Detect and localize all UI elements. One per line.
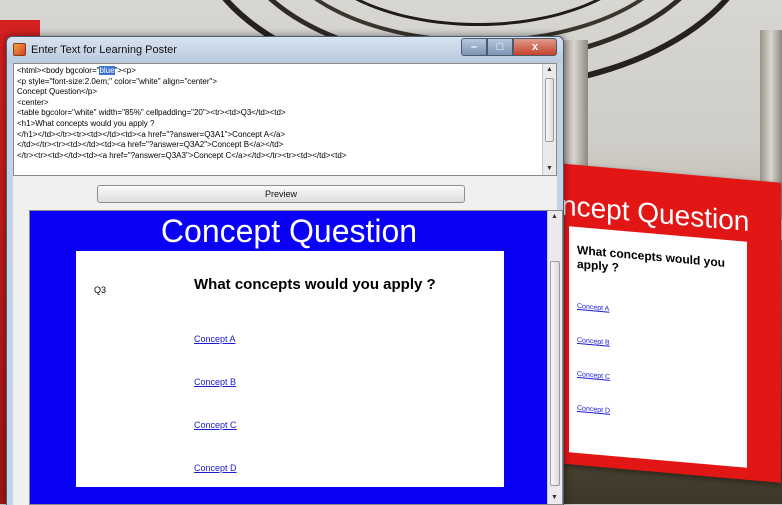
poster-link-concept-c[interactable]: Concept C: [577, 371, 610, 381]
close-button[interactable]: x: [513, 38, 557, 56]
learning-poster-3d[interactable]: ncept Question What concepts would you a…: [555, 163, 781, 483]
code-line-6: <h1>What concepts would you apply ?: [17, 118, 155, 128]
preview-title: Concept Question: [160, 213, 418, 249]
scroll-down-arrow-icon[interactable]: ▼: [543, 163, 556, 175]
preview-scrollbar[interactable]: ▲ ▼: [547, 211, 562, 504]
selected-text: blue: [99, 66, 115, 75]
scroll-down-arrow-icon[interactable]: ▼: [548, 492, 561, 504]
poster-link-concept-d[interactable]: Concept D: [577, 405, 610, 415]
code-line-3: Concept Question</p>: [17, 87, 98, 97]
title-bar[interactable]: Enter Text for Learning Poster – □ x: [7, 37, 563, 63]
code-line-5: <table bgcolor="white" width="85%" cellp…: [17, 108, 286, 118]
window-controls: – □ x: [461, 38, 557, 56]
code-line-4: <center>: [17, 97, 49, 107]
poster-card: What concepts would you apply ? Concept …: [569, 226, 747, 468]
enter-text-dialog: Enter Text for Learning Poster – □ x <ht…: [6, 36, 564, 505]
html-source-editor[interactable]: <html><body bgcolor="blue"><p> <p style=…: [13, 63, 557, 176]
window-title: Enter Text for Learning Poster: [31, 44, 177, 56]
preview-button[interactable]: Preview: [97, 185, 465, 203]
poster-question: What concepts would you apply ?: [577, 242, 726, 275]
preview-page: Concept Question Q3 What concepts would …: [30, 211, 548, 504]
poster-link-concept-a[interactable]: Concept A: [577, 303, 609, 313]
code-line-2: <p style="font-size:2.0em;" color="white…: [17, 76, 218, 86]
maximize-button[interactable]: □: [487, 38, 513, 56]
html-source-text[interactable]: <html><body bgcolor="blue"><p> <p style=…: [17, 66, 539, 174]
poster-link-concept-b[interactable]: Concept B: [577, 337, 610, 347]
answer-link-concept-d[interactable]: Concept D: [194, 463, 237, 473]
dialog-content: <html><body bgcolor="blue"><p> <p style=…: [13, 63, 563, 505]
answer-link-concept-b[interactable]: Concept B: [194, 377, 236, 387]
question-number: Q3: [94, 285, 107, 295]
code-text: "><p>: [114, 66, 136, 75]
question-text: What concepts would you apply ?: [194, 276, 436, 293]
answer-link-concept-c[interactable]: Concept C: [194, 420, 237, 430]
code-line-9: </tr><tr><td></td><td><a href="?answer=Q…: [17, 150, 347, 160]
scroll-up-arrow-icon[interactable]: ▲: [548, 211, 561, 223]
code-text: <html><body bgcolor=": [17, 66, 100, 75]
editor-scroll-thumb[interactable]: [545, 78, 554, 142]
scroll-up-arrow-icon[interactable]: ▲: [543, 64, 556, 76]
answer-link-concept-a[interactable]: Concept A: [194, 334, 236, 344]
preview-scroll-thumb[interactable]: [550, 261, 560, 486]
minimize-button[interactable]: –: [461, 38, 487, 56]
java-app-icon: [13, 43, 26, 56]
code-line-7: </h1></td></tr><tr><td></td><td><a href=…: [17, 129, 286, 139]
question-table: Q3 What concepts would you apply ? Conce…: [76, 251, 504, 487]
editor-scrollbar[interactable]: ▲ ▼: [542, 64, 556, 175]
preview-pane: Concept Question Q3 What concepts would …: [29, 210, 563, 505]
code-line-8: </td></tr><tr><td></td><td><a href="?ans…: [17, 140, 284, 150]
code-line-1: <html><body bgcolor="blue"><p>: [17, 66, 136, 75]
